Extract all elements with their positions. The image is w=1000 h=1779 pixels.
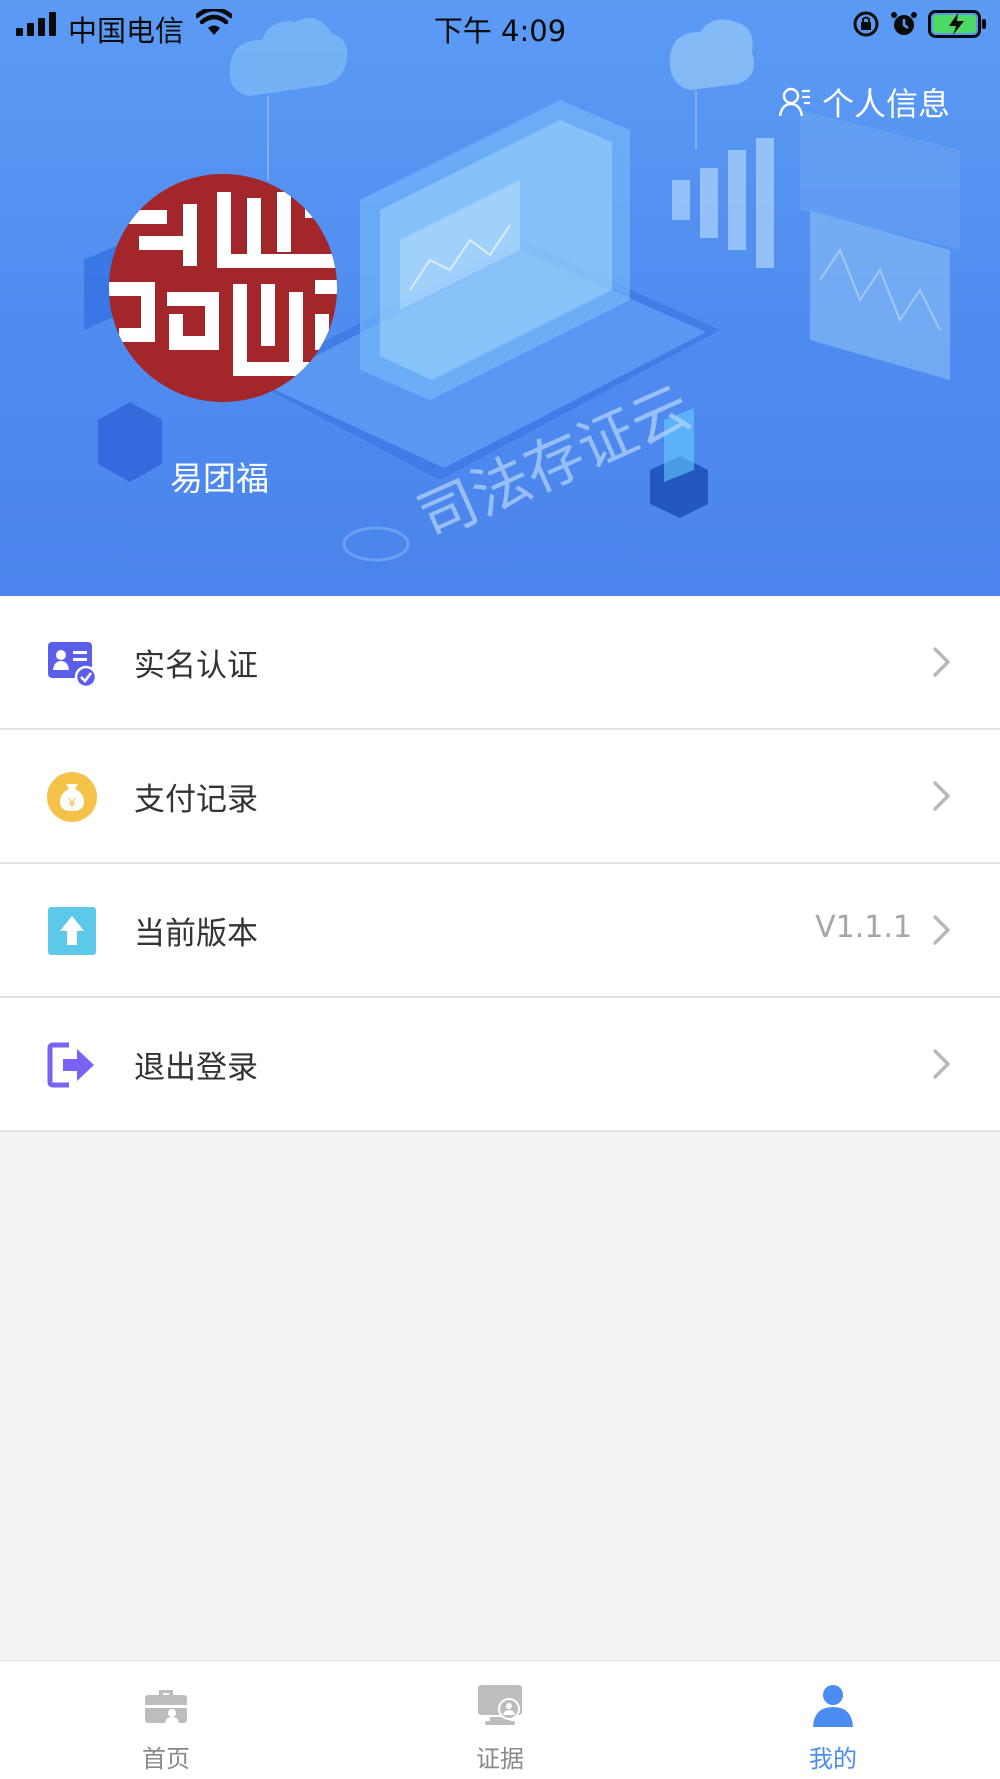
chevron-right-icon [933,915,950,945]
menu-item-current-version[interactable]: 当前版本 V1.1.1 [0,864,1000,998]
profile-info-label: 个人信息 [821,85,950,123]
menu-label: 当前版本 [134,916,258,952]
logout-icon [47,1042,94,1088]
upload-arrow-icon [48,907,96,955]
tab-mine[interactable]: 我的 [733,1661,933,1779]
person-icon [813,1685,853,1727]
menu-item-payment-records[interactable]: ¥ 支付记录 [0,730,1000,864]
profile-info-link[interactable]: 个人信息 [778,80,950,124]
avatar-seal-image [109,174,337,402]
evidence-monitor-icon [478,1685,522,1725]
chevron-right-icon [933,647,950,677]
menu-item-logout[interactable]: 退出登录 [0,998,1000,1132]
tab-label: 我的 [809,1745,857,1773]
chevron-right-icon [933,781,950,811]
bottom-tab-bar: 首页 证据 我的 [0,1660,1000,1779]
menu-label: 退出登录 [134,1050,258,1086]
tab-home[interactable]: 首页 [66,1661,266,1779]
battery-charging-icon [928,10,986,38]
settings-menu: 实名认证 ¥ 支付记录 当前版本 V1.1.1 退出登录 [0,596,1000,1132]
menu-label: 实名认证 [134,648,258,684]
status-bar: 中国电信 下午 4:09 [0,0,1000,50]
svg-text:¥: ¥ [67,795,76,810]
person-info-icon [778,87,810,117]
tab-evidence[interactable]: 证据 [400,1661,600,1779]
id-card-verified-icon [48,642,97,688]
version-value: V1.1.1 [815,910,912,945]
briefcase-icon [145,1690,187,1723]
menu-item-real-name-verification[interactable]: 实名认证 [0,596,1000,730]
alarm-icon [891,12,917,35]
avatar[interactable] [109,174,337,402]
user-name: 易团福 [170,459,269,498]
profile-header: 司法存证云 中国电信 下午 4:09 个人信息 易团福 [0,0,1000,596]
chevron-right-icon [933,1049,950,1079]
rotation-lock-icon [853,11,879,37]
status-time: 下午 4:09 [433,14,567,48]
menu-label: 支付记录 [134,782,258,818]
money-bag-icon: ¥ [47,772,97,822]
tab-label: 首页 [142,1745,190,1773]
tab-label: 证据 [476,1745,524,1773]
